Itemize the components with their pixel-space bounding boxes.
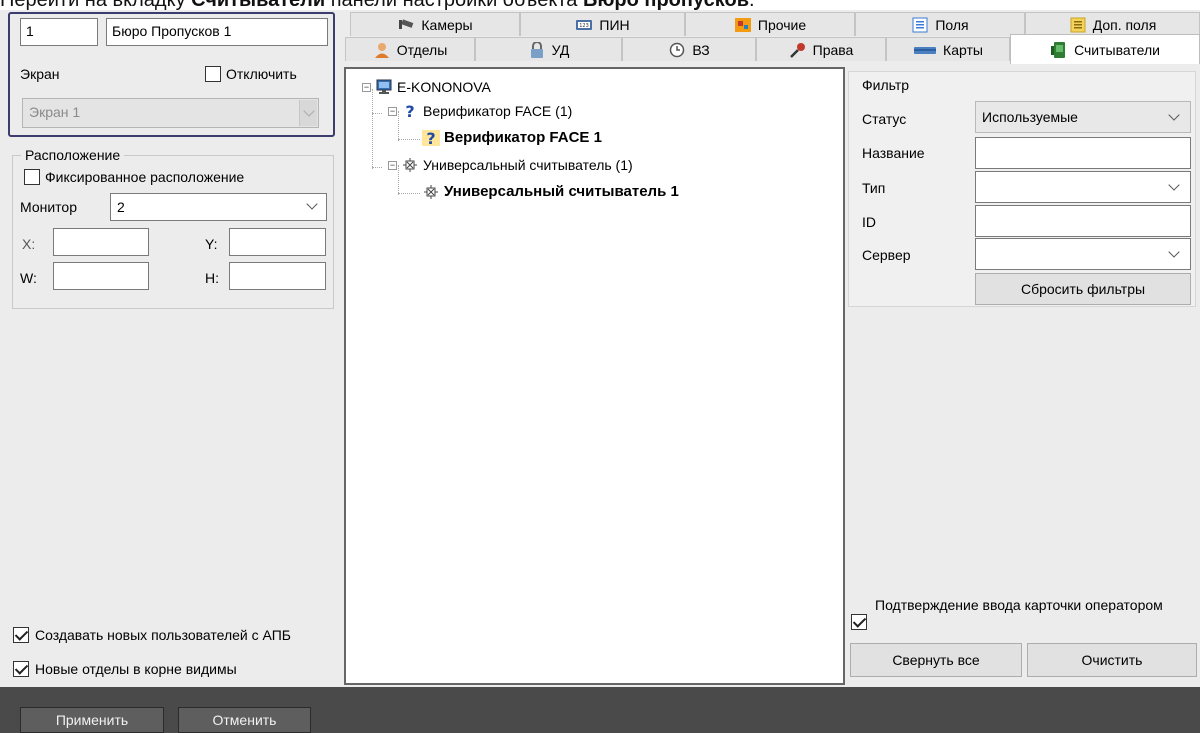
extra-fields-icon [1069, 17, 1087, 33]
cancel-button[interactable]: Отменить [178, 707, 311, 733]
tab-time-zones[interactable]: ВЗ [622, 37, 756, 61]
location-title: Расположение [21, 146, 125, 164]
collapse-icon[interactable]: − [388, 160, 397, 170]
h-field[interactable] [229, 262, 326, 290]
x-label: X: [22, 236, 36, 252]
clear-button[interactable]: Очистить [1027, 643, 1197, 677]
create-users-apb-checkbox[interactable] [13, 627, 29, 643]
h-label: H: [205, 270, 219, 286]
disable-checkbox[interactable] [205, 66, 221, 82]
key-icon [789, 42, 807, 58]
type-select[interactable] [975, 171, 1191, 203]
tree-node-universal-item[interactable]: Универсальный считыватель 1 [422, 183, 679, 200]
confirm-card-checkbox[interactable] [851, 614, 867, 630]
collapse-icon[interactable]: − [362, 82, 371, 92]
tab-pin[interactable]: 123 ПИН [520, 12, 685, 36]
universal-reader-icon [401, 157, 419, 173]
fixed-location-checkbox[interactable] [24, 169, 40, 185]
lock-icon [528, 40, 546, 58]
reset-filters-button[interactable]: Сбросить фильтры [975, 273, 1191, 305]
chevron-down-icon [1168, 109, 1180, 121]
confirm-card-label: Подтверждение ввода карточки оператором [875, 597, 1163, 613]
camera-icon [397, 17, 415, 33]
tree-node-root[interactable]: − E-KONONOVA [362, 79, 491, 95]
apply-button[interactable]: Применить [20, 707, 164, 733]
other-icon [734, 17, 752, 33]
computer-icon [375, 79, 393, 95]
reader-icon [1050, 41, 1068, 58]
type-label: Тип [862, 180, 886, 196]
x-field[interactable] [53, 228, 149, 256]
server-label: Сервер [862, 247, 911, 263]
caption-object-name: Бюро пропусков [583, 0, 749, 10]
card-icon [913, 42, 937, 58]
tab-rights[interactable]: Права [756, 37, 886, 61]
tab-cameras[interactable]: Камеры [350, 12, 520, 36]
tree-node-universal-group[interactable]: − Универсальный считыватель (1) [388, 157, 633, 173]
readers-tree[interactable]: − E-KONONOVA − ? Верификатор FACE (1) ? … [344, 67, 845, 685]
tree-node-face-item[interactable]: ? Верификатор FACE 1 [422, 129, 602, 148]
tab-departments[interactable]: Отделы [345, 37, 475, 61]
screen-select[interactable]: Экран 1 [22, 98, 319, 128]
settings-window: 1 Бюро Пропусков 1 Экран Отключить Экран… [0, 10, 1200, 733]
disable-label: Отключить [226, 66, 297, 82]
monitor-label: Монитор [20, 199, 77, 215]
object-id-field[interactable]: 1 [20, 18, 98, 46]
new-depts-root-label: Новые отделы в корне видимы [35, 661, 237, 677]
monitor-select[interactable]: 2 [110, 193, 327, 221]
w-label: W: [20, 270, 37, 286]
tab-other[interactable]: Прочие [685, 12, 855, 36]
tab-fields[interactable]: Поля [855, 12, 1025, 36]
bottom-bar: Применить Отменить [0, 687, 1200, 733]
collapse-all-button[interactable]: Свернуть все [850, 643, 1022, 677]
w-field[interactable] [53, 262, 149, 290]
id-label: ID [862, 214, 876, 230]
chevron-down-icon [303, 105, 315, 117]
screen-label: Экран [20, 66, 60, 82]
new-depts-root-checkbox[interactable] [13, 661, 29, 677]
caption-tab-name: Считыватели [191, 0, 325, 10]
instruction-caption: Перейти на вкладку Считыватели панели на… [0, 0, 1200, 10]
fields-icon [911, 17, 929, 33]
y-label: Y: [205, 236, 218, 252]
clock-icon [668, 42, 686, 58]
tab-cards[interactable]: Карты [886, 37, 1010, 61]
question-icon: ? [422, 129, 440, 148]
tree-node-face-group[interactable]: − ? Верификатор FACE (1) [388, 102, 572, 121]
fixed-location-label: Фиксированное расположение [45, 169, 245, 185]
status-label: Статус [862, 111, 907, 127]
chevron-down-icon [1168, 179, 1180, 191]
svg-text:?: ? [426, 130, 435, 146]
tab-extra-fields[interactable]: Доп. поля [1025, 12, 1200, 36]
name-label: Название [862, 145, 925, 161]
svg-text:?: ? [405, 103, 414, 119]
pin-icon: 123 [575, 17, 593, 33]
tab-readers[interactable]: Считыватели [1010, 34, 1200, 64]
left-panel: 1 Бюро Пропусков 1 Экран Отключить Экран… [0, 10, 340, 687]
y-field[interactable] [229, 228, 326, 256]
chevron-down-icon [1168, 246, 1180, 258]
object-header-box: 1 Бюро Пропусков 1 Экран Отключить Экран… [8, 12, 335, 137]
id-field[interactable] [975, 205, 1191, 237]
create-users-apb-label: Создавать новых пользователей с АПБ [35, 627, 291, 643]
chevron-down-icon [306, 198, 318, 210]
tab-access-levels[interactable]: УД [475, 37, 622, 61]
universal-reader-icon [422, 184, 440, 200]
filter-title: Фильтр [862, 77, 910, 93]
collapse-icon[interactable]: − [388, 106, 397, 116]
svg-text:123: 123 [580, 23, 590, 29]
user-icon [373, 42, 391, 58]
status-select[interactable]: Используемые [975, 101, 1191, 133]
name-field[interactable] [975, 137, 1191, 169]
object-name-field[interactable]: Бюро Пропусков 1 [106, 18, 328, 46]
server-select[interactable] [975, 238, 1191, 270]
tab-bar: Камеры 123 ПИН Прочие Поля Доп. поля Отд… [340, 10, 1200, 70]
question-icon: ? [401, 102, 419, 121]
